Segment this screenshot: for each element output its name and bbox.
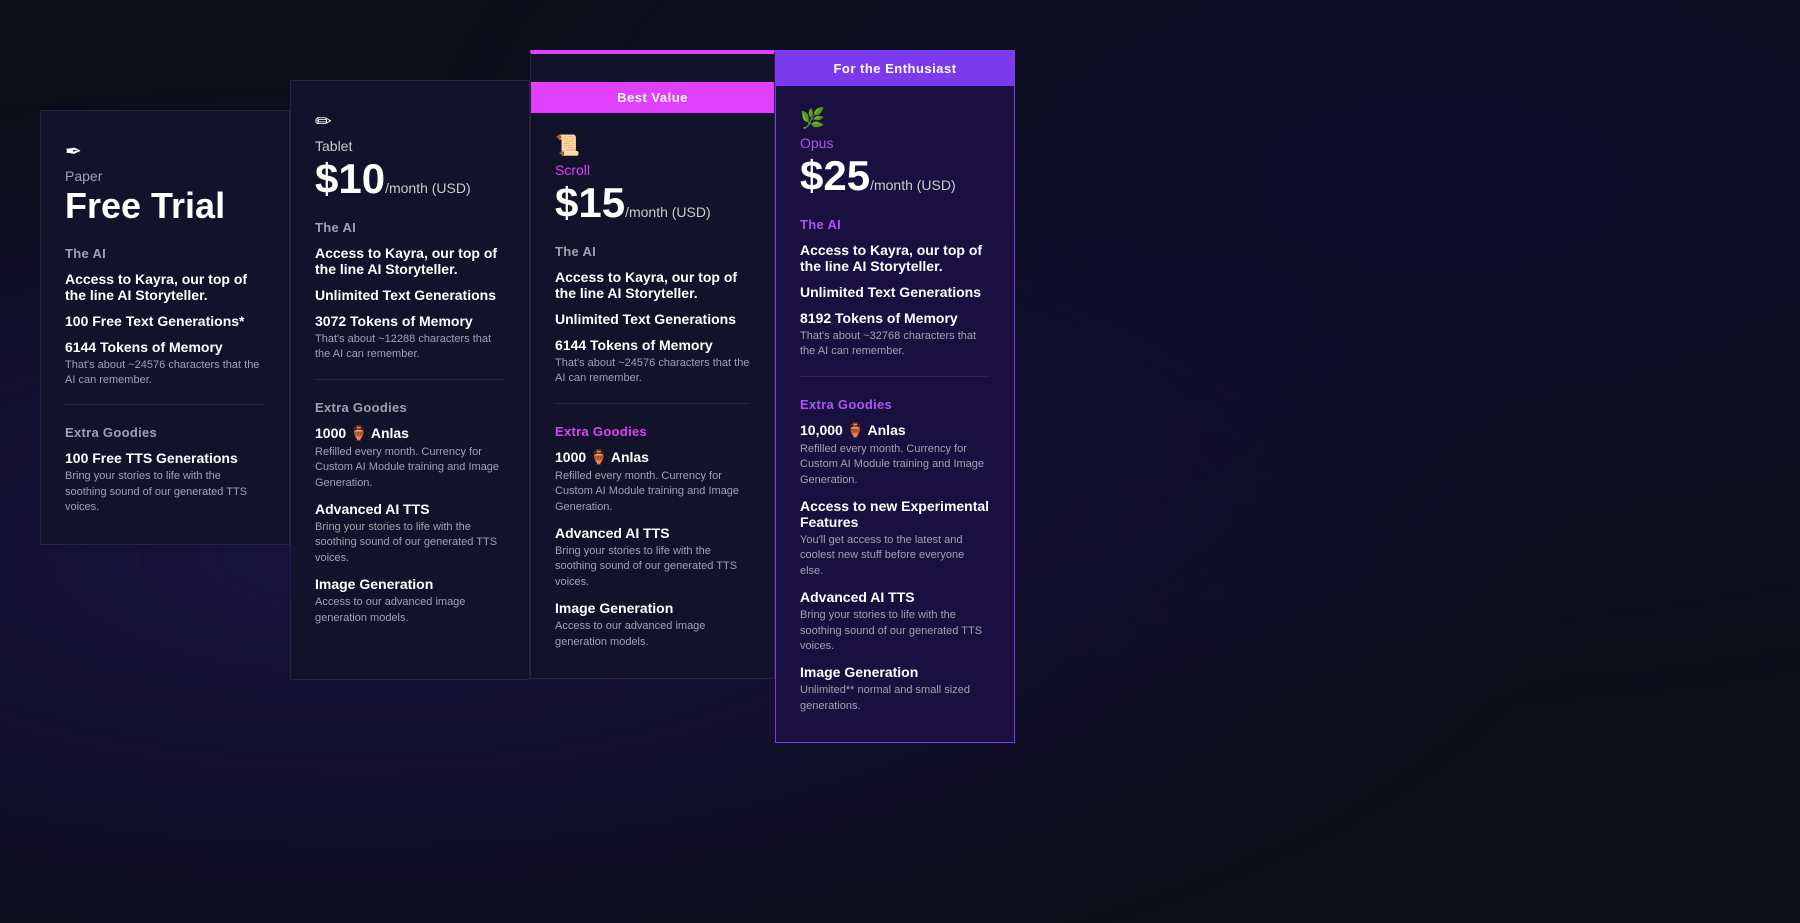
- opus-price: $25: [800, 152, 870, 199]
- opus-memory-desc: That's about ~32768 characters that the …: [800, 329, 990, 360]
- tablet-plan-name: Tablet: [315, 138, 505, 154]
- scroll-price-suffix: /month (USD): [625, 204, 711, 220]
- opus-goodies-label: Extra Goodies: [800, 397, 990, 412]
- tablet-memory-title: 3072 Tokens of Memory: [315, 313, 505, 329]
- plan-card-opus: For the Enthusiast 🌿 Opus $25/month (USD…: [775, 50, 1015, 743]
- tablet-goodies-0: 1000 🏺 Anlas: [315, 425, 505, 442]
- opus-ai-feature-1: Unlimited Text Generations: [800, 284, 990, 300]
- opus-goodies-3-desc: Unlimited** normal and small sized gener…: [800, 683, 990, 714]
- tablet-goodies-1-desc: Bring your stories to life with the soot…: [315, 520, 505, 566]
- scroll-goodies-1: Advanced AI TTS: [555, 525, 750, 541]
- opus-goodies-0: 10,000 🏺 Anlas: [800, 422, 990, 439]
- scroll-price: $15: [555, 179, 625, 226]
- plan-card-paper: ✒ Paper Free Trial The AI Access to Kayr…: [40, 110, 290, 545]
- paper-memory-title: 6144 Tokens of Memory: [65, 339, 265, 355]
- scroll-ai-label: The AI: [555, 244, 750, 259]
- paper-ai-label: The AI: [65, 246, 265, 261]
- scroll-price-row: $15/month (USD): [555, 182, 750, 224]
- opus-goodies-1-desc: You'll get access to the latest and cool…: [800, 533, 990, 579]
- scroll-memory-title: 6144 Tokens of Memory: [555, 337, 750, 353]
- scroll-goodies-0-desc: Refilled every month. Currency for Custo…: [555, 469, 750, 515]
- page-wrapper: ✒ Paper Free Trial The AI Access to Kayr…: [0, 0, 1800, 923]
- paper-price: Free Trial: [65, 186, 265, 226]
- scroll-divider: [555, 403, 750, 404]
- scroll-goodies-label: Extra Goodies: [555, 424, 750, 439]
- opus-price-suffix: /month (USD): [870, 177, 956, 193]
- opus-memory-title: 8192 Tokens of Memory: [800, 310, 990, 326]
- scroll-ai-feature-0: Access to Kayra, our top of the line AI …: [555, 269, 750, 301]
- tablet-icon: ✏: [315, 109, 505, 134]
- opus-banner: For the Enthusiast: [776, 51, 1014, 86]
- scroll-goodies-1-desc: Bring your stories to life with the soot…: [555, 544, 750, 590]
- scroll-goodies-2: Image Generation: [555, 600, 750, 616]
- scroll-banner: Best Value: [531, 82, 774, 113]
- plan-card-tablet: ✏ Tablet $10/month (USD) The AI Access t…: [290, 80, 530, 680]
- tablet-goodies-2: Image Generation: [315, 576, 505, 592]
- tablet-memory-desc: That's about ~12288 characters that the …: [315, 332, 505, 363]
- scroll-ai-feature-1: Unlimited Text Generations: [555, 311, 750, 327]
- tablet-goodies-2-desc: Access to our advanced image generation …: [315, 595, 505, 626]
- opus-goodies-2-desc: Bring your stories to life with the soot…: [800, 608, 990, 654]
- scroll-goodies-0: 1000 🏺 Anlas: [555, 449, 750, 466]
- tablet-goodies-label: Extra Goodies: [315, 400, 505, 415]
- opus-ai-feature-0: Access to Kayra, our top of the line AI …: [800, 242, 990, 274]
- tablet-price: $10: [315, 155, 385, 202]
- tablet-divider: [315, 379, 505, 380]
- opus-goodies-3: Image Generation: [800, 664, 990, 680]
- opus-goodies-2: Advanced AI TTS: [800, 589, 990, 605]
- plan-card-scroll: Best Value 📜 Scroll $15/month (USD) The …: [530, 50, 775, 679]
- paper-plan-name: Paper: [65, 168, 265, 184]
- paper-ai-features: Access to Kayra, our top of the line AI …: [65, 271, 265, 389]
- paper-divider: [65, 404, 265, 405]
- tablet-goodies-0-desc: Refilled every month. Currency for Custo…: [315, 445, 505, 491]
- opus-ai-label: The AI: [800, 217, 990, 232]
- tablet-price-row: $10/month (USD): [315, 158, 505, 200]
- paper-ai-feature-0: Access to Kayra, our top of the line AI …: [65, 271, 265, 303]
- opus-plan-name: Opus: [800, 135, 990, 151]
- paper-icon: ✒: [65, 139, 265, 164]
- scroll-icon: 📜: [555, 133, 750, 158]
- paper-ai-feature-1: 100 Free Text Generations*: [65, 313, 265, 329]
- scroll-goodies-2-desc: Access to our advanced image generation …: [555, 619, 750, 650]
- plans-container: ✒ Paper Free Trial The AI Access to Kayr…: [40, 0, 1760, 743]
- scroll-plan-name: Scroll: [555, 162, 750, 178]
- tablet-ai-feature-1: Unlimited Text Generations: [315, 287, 505, 303]
- scroll-memory-desc: That's about ~24576 characters that the …: [555, 356, 750, 387]
- opus-price-row: $25/month (USD): [800, 155, 990, 197]
- opus-icon: 🌿: [800, 106, 990, 131]
- opus-divider: [800, 376, 990, 377]
- tablet-goodies-1: Advanced AI TTS: [315, 501, 505, 517]
- tablet-price-suffix: /month (USD): [385, 180, 471, 196]
- paper-goodies-label: Extra Goodies: [65, 425, 265, 440]
- tablet-ai-label: The AI: [315, 220, 505, 235]
- tablet-ai-feature-0: Access to Kayra, our top of the line AI …: [315, 245, 505, 277]
- paper-memory-desc: That's about ~24576 characters that the …: [65, 358, 265, 389]
- paper-goodies-0: 100 Free TTS Generations: [65, 450, 265, 466]
- paper-goodies-0-desc: Bring your stories to life with the soot…: [65, 469, 265, 515]
- opus-goodies-1: Access to new Experimental Features: [800, 498, 990, 530]
- opus-goodies-0-desc: Refilled every month. Currency for Custo…: [800, 442, 990, 488]
